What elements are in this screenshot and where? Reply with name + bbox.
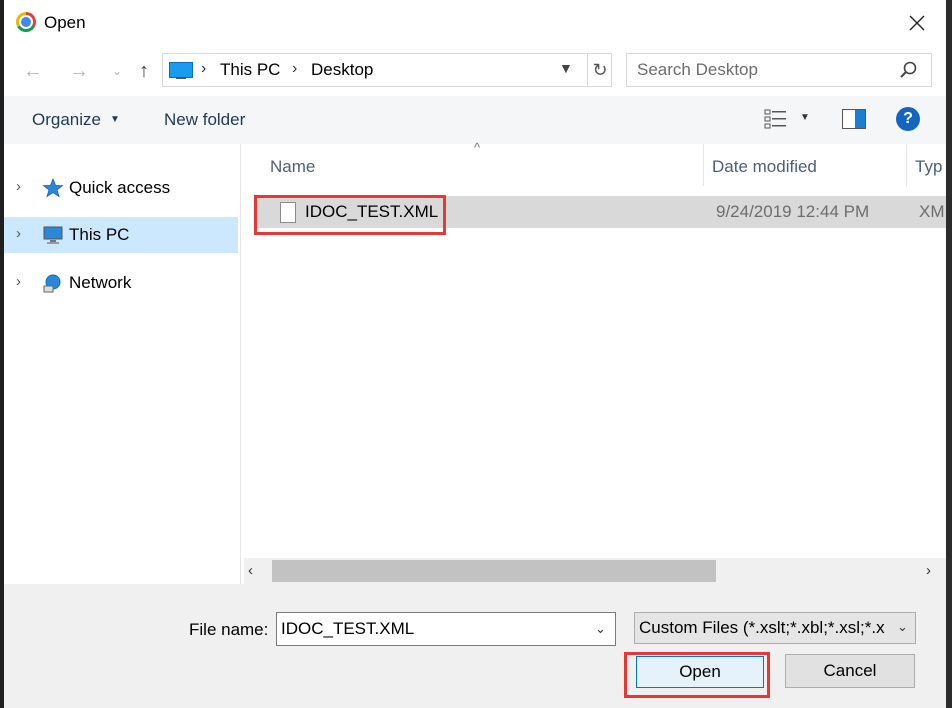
column-header-name[interactable]: ^ Name	[244, 140, 702, 186]
arrow-right-icon: →	[69, 59, 89, 82]
star-icon	[42, 178, 64, 198]
scroll-left-icon[interactable]: ‹	[248, 562, 253, 579]
nav-label: This PC	[69, 225, 130, 244]
preview-pane-button[interactable]	[842, 109, 866, 129]
network-icon	[43, 274, 61, 293]
background-app-right	[946, 0, 952, 708]
caret-down-icon[interactable]: ▼	[800, 112, 810, 123]
file-type-value: Custom Files (*.xslt;*.xbl;*.xsl;*.x	[639, 618, 885, 637]
navigation-pane: › Quick access › This PC › Network	[4, 144, 241, 584]
close-button[interactable]	[900, 6, 934, 40]
file-date-modified: 9/24/2019 12:44 PM	[716, 202, 870, 221]
file-type-select[interactable]: Custom Files (*.xslt;*.xbl;*.xsl;*.x ⌄	[634, 612, 916, 644]
search-box[interactable]	[626, 53, 932, 87]
horizontal-scrollbar[interactable]: ‹ ›	[244, 558, 946, 584]
column-label: Date modified	[712, 157, 817, 176]
highlight-annotation-open-button	[624, 652, 770, 698]
caret-down-icon[interactable]: ▼	[110, 114, 120, 125]
breadcrumb-separator-icon: ›	[201, 60, 207, 77]
arrow-left-icon: ←	[23, 59, 43, 82]
nav-item-quick-access[interactable]: › Quick access	[4, 170, 238, 206]
nav-label: Network	[69, 273, 132, 292]
address-bar[interactable]: › This PC › Desktop ▼ ↻	[162, 53, 612, 87]
organize-button[interactable]: Organize	[32, 110, 101, 130]
refresh-button[interactable]: ↻	[587, 54, 612, 86]
file-name-input[interactable]	[281, 619, 581, 639]
open-file-dialog: Open ← → ⌄ ↑ › This PC › Desktop ▼ ↻ Sea…	[4, 0, 946, 708]
chrome-icon	[16, 12, 36, 32]
chevron-down-icon[interactable]: ▼	[559, 60, 573, 76]
cancel-button[interactable]: Cancel	[785, 654, 915, 688]
nav-label: Quick access	[69, 178, 171, 197]
sort-ascending-icon: ^	[474, 140, 481, 155]
file-type: XM	[919, 202, 945, 221]
chevron-right-icon[interactable]: ›	[16, 225, 21, 242]
up-button[interactable]: ↑	[131, 58, 157, 84]
file-name-combobox[interactable]: ⌄	[276, 612, 616, 646]
search-input[interactable]	[637, 60, 887, 80]
highlight-annotation-file	[254, 195, 446, 235]
column-label: Name	[270, 157, 316, 176]
scrollbar-thumb[interactable]	[272, 560, 716, 582]
back-button[interactable]: ←	[20, 58, 46, 84]
help-button[interactable]: ?	[896, 107, 920, 131]
command-bar: Organize ▼ New folder ▼ ?	[4, 96, 946, 144]
refresh-icon: ↻	[592, 59, 608, 80]
scroll-right-icon[interactable]: ›	[926, 562, 931, 579]
close-icon	[909, 15, 925, 31]
recent-locations-button[interactable]: ⌄	[104, 58, 130, 84]
chevron-down-icon: ⌄	[111, 64, 123, 78]
chevron-down-icon[interactable]: ⌄	[595, 621, 606, 637]
file-name-label: File name:	[189, 620, 269, 639]
window-title: Open	[44, 13, 86, 32]
computer-icon	[43, 226, 63, 244]
breadcrumb-separator-icon: ›	[292, 60, 298, 77]
column-label: Typ	[915, 157, 943, 176]
column-header-type[interactable]: Typ	[906, 144, 947, 186]
view-options-icon[interactable]	[764, 108, 788, 130]
new-folder-button[interactable]: New folder	[164, 110, 245, 130]
this-pc-icon	[169, 62, 193, 79]
chevron-down-icon: ⌄	[897, 619, 908, 634]
breadcrumb-desktop[interactable]: Desktop	[311, 60, 373, 80]
dialog-footer: File name: ⌄ Custom Files (*.xslt;*.xbl;…	[4, 584, 946, 708]
arrow-up-icon: ↑	[139, 59, 149, 82]
nav-item-this-pc[interactable]: › This PC	[4, 217, 238, 253]
nav-item-network[interactable]: › Network	[4, 265, 238, 301]
column-header-date-modified[interactable]: Date modified	[703, 144, 906, 186]
chevron-right-icon[interactable]: ›	[16, 273, 21, 290]
breadcrumb-this-pc[interactable]: This PC	[220, 60, 280, 80]
chevron-right-icon[interactable]: ›	[16, 178, 21, 195]
title-bar: Open	[4, 0, 946, 46]
search-icon[interactable]	[899, 60, 919, 80]
forward-button[interactable]: →	[66, 58, 92, 84]
